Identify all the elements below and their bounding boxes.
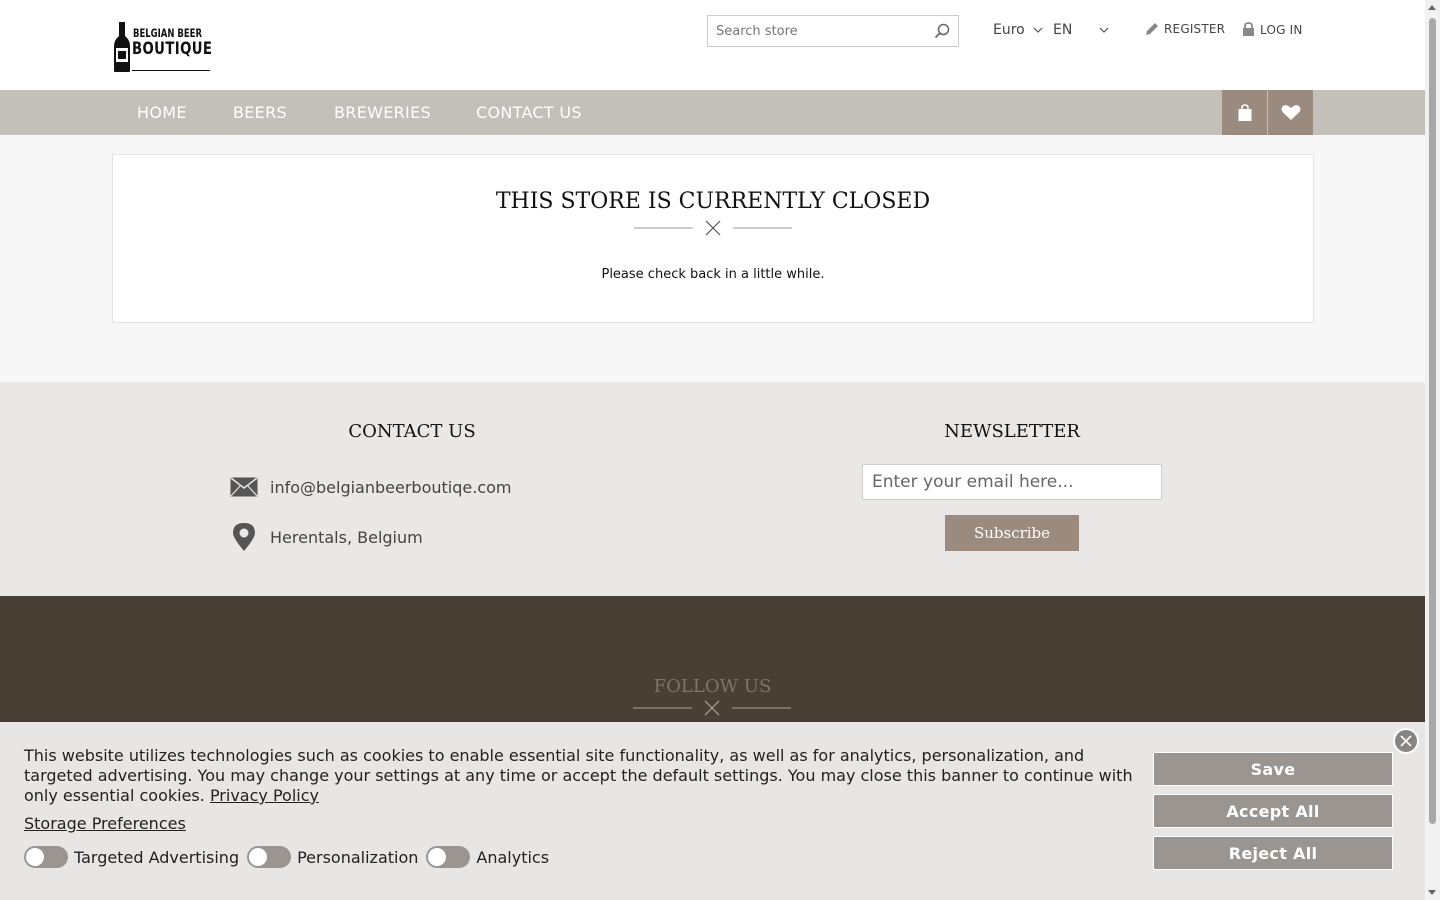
follow-us-heading: FOLLOW US	[653, 676, 772, 697]
language-value: EN	[1053, 22, 1073, 38]
logo-text-top: BELGIAN BEER	[133, 26, 202, 40]
currency-value: Euro	[993, 22, 1025, 38]
subscribe-button[interactable]: Subscribe	[945, 515, 1079, 551]
storage-preferences-link[interactable]: Storage Preferences	[24, 814, 186, 833]
contact-email[interactable]: info@belgianbeerboutiqe.com	[230, 477, 511, 497]
newsletter-email-input[interactable]	[862, 464, 1162, 500]
search-box	[707, 15, 959, 47]
closed-message: Please check back in a little while.	[601, 267, 825, 282]
currency-selector[interactable]: Euro	[993, 22, 1043, 38]
contact-location-text: Herentals, Belgium	[270, 527, 423, 547]
search-icon[interactable]	[934, 23, 950, 39]
lock-icon	[1243, 22, 1254, 36]
cookie-toggles: Targeted Advertising Personalization Ana…	[24, 846, 557, 868]
page-title: THIS STORE IS CURRENTLY CLOSED	[495, 189, 931, 214]
cookie-message: This website utilizes technologies such …	[24, 746, 1133, 805]
cookie-text: This website utilizes technologies such …	[24, 746, 1139, 806]
heart-icon	[1281, 105, 1300, 120]
language-selector[interactable]: EN	[1053, 22, 1109, 38]
analytics-label: Analytics	[476, 847, 550, 867]
analytics-toggle[interactable]	[426, 846, 471, 868]
chevron-down-icon	[1099, 27, 1109, 33]
cookie-banner: This website utilizes technologies such …	[0, 722, 1425, 900]
site-header: BELGIAN BEER BOUTIQUE Euro EN REGISTER L…	[0, 0, 1425, 90]
footer-info: CONTACT US info@belgianbeerboutiqe.com H…	[0, 382, 1425, 596]
envelope-icon	[230, 477, 258, 497]
store-closed-panel: THIS STORE IS CURRENTLY CLOSED Please ch…	[112, 154, 1314, 323]
map-pin-icon	[233, 523, 255, 551]
accept-all-button[interactable]: Accept All	[1153, 794, 1393, 828]
reject-all-button[interactable]: Reject All	[1153, 836, 1393, 870]
close-banner-button[interactable]	[1393, 728, 1419, 754]
chevron-down-icon	[1033, 27, 1043, 33]
wishlist-button[interactable]	[1268, 90, 1313, 135]
login-link[interactable]: LOG IN	[1242, 22, 1303, 37]
register-label: REGISTER	[1164, 22, 1226, 36]
pencil-icon	[1146, 23, 1158, 35]
personalization-label: Personalization	[297, 847, 419, 867]
site-logo[interactable]: BELGIAN BEER BOUTIQUE	[114, 20, 214, 74]
targeted-advertising-label: Targeted Advertising	[74, 847, 240, 867]
cart-button[interactable]	[1222, 90, 1267, 135]
beer-bottle-icon	[114, 22, 130, 72]
scroll-down-icon[interactable]	[1428, 890, 1436, 895]
register-link[interactable]: REGISTER	[1145, 22, 1225, 36]
close-icon	[1400, 735, 1412, 747]
title-divider-icon	[634, 220, 792, 236]
contact-location: Herentals, Belgium	[230, 522, 423, 552]
personalization-toggle[interactable]	[247, 846, 292, 868]
logo-text-bottom: BOUTIQUE	[132, 39, 213, 59]
search-input[interactable]	[708, 16, 918, 46]
shopping-bag-icon	[1238, 103, 1251, 121]
scrollbar-thumb[interactable]	[1429, 18, 1436, 824]
follow-divider-icon	[633, 700, 791, 716]
scroll-up-icon[interactable]	[1428, 5, 1436, 10]
nav-item-beers[interactable]: BEERS	[233, 103, 287, 122]
page-scrollbar[interactable]	[1425, 0, 1440, 900]
logo-underline	[132, 70, 210, 71]
privacy-policy-link[interactable]: Privacy Policy	[210, 786, 319, 805]
targeted-advertising-toggle[interactable]	[24, 846, 68, 868]
save-button[interactable]: Save	[1153, 752, 1393, 786]
nav-item-contact-us[interactable]: CONTACT US	[476, 103, 582, 122]
nav-item-breweries[interactable]: BREWERIES	[334, 103, 431, 122]
contact-email-text: info@belgianbeerboutiqe.com	[270, 477, 512, 497]
login-label: LOG IN	[1260, 22, 1303, 37]
contact-heading: CONTACT US	[348, 421, 476, 442]
nav-item-home[interactable]: HOME	[137, 103, 187, 122]
main-navigation: HOME BEERS BREWERIES CONTACT US	[0, 90, 1425, 135]
newsletter-heading: NEWSLETTER	[944, 421, 1080, 442]
